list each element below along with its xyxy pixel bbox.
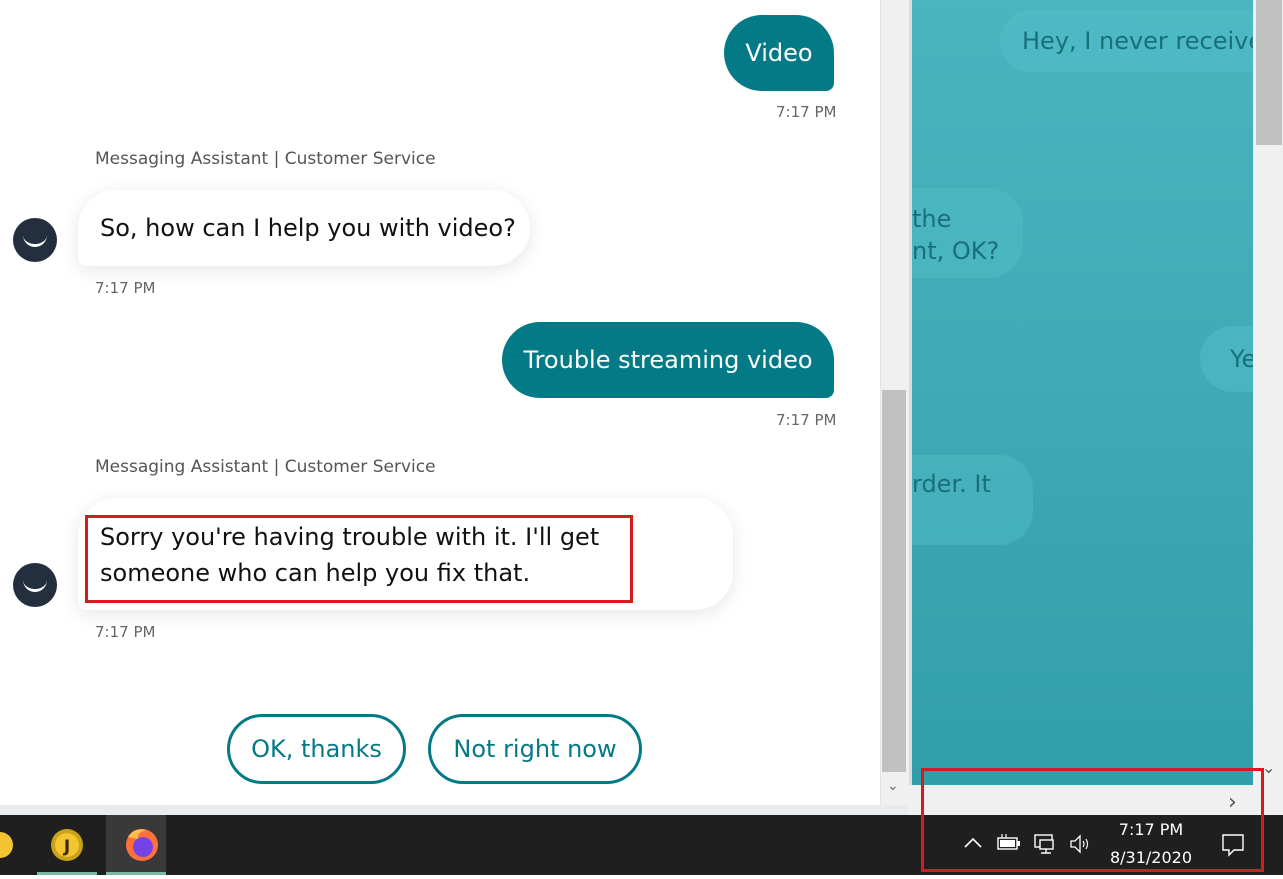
chat-scrollbar-thumb[interactable]: [882, 390, 906, 772]
bg-bubble-text: rder. It: [912, 470, 991, 498]
scroll-down-arrow-icon[interactable]: ⌄: [887, 778, 899, 794]
sender-name: Messaging Assistant | Customer Service: [95, 457, 436, 477]
app-icon: [0, 832, 13, 858]
svg-text:J: J: [63, 837, 70, 857]
assistant-avatar-icon: [13, 218, 57, 262]
message-timestamp: 7:17 PM: [95, 279, 156, 297]
bg-scrollbar-thumb[interactable]: [1256, 0, 1282, 145]
tray-highlight-box: [921, 768, 1264, 872]
background-window: Hey, I never receive the nt, OK? Ye rder…: [908, 0, 1283, 815]
sender-name: Messaging Assistant | Customer Service: [95, 149, 436, 169]
bg-bubble-text: the: [912, 205, 952, 233]
assistant-avatar-icon: [13, 563, 57, 607]
message-timestamp: 7:17 PM: [776, 411, 837, 429]
ok-thanks-button[interactable]: OK, thanks: [227, 714, 406, 784]
user-message-bubble: Trouble streaming video: [502, 322, 834, 398]
taskbar-app-firefox[interactable]: [106, 815, 166, 875]
firefox-icon: [126, 829, 158, 861]
bg-bubble: Hey, I never receive: [1000, 10, 1282, 72]
j-app-icon: J: [51, 829, 83, 861]
not-right-now-button[interactable]: Not right now: [428, 714, 642, 784]
message-timestamp: 7:17 PM: [776, 103, 837, 121]
message-highlight-box: [85, 515, 633, 603]
message-timestamp: 7:17 PM: [95, 623, 156, 641]
message-text: Video: [745, 39, 813, 67]
bg-bubble: [908, 455, 1033, 545]
window-bottom-border: [0, 805, 908, 815]
button-label: Not right now: [453, 735, 617, 763]
bot-message-bubble: So, how can I help you with video?: [78, 190, 530, 266]
message-text: So, how can I help you with video?: [100, 214, 516, 242]
taskbar-app-j[interactable]: J: [37, 815, 97, 875]
button-label: OK, thanks: [251, 735, 382, 763]
user-message-bubble: Video: [724, 15, 834, 91]
chat-panel: Video 7:17 PM Messaging Assistant | Cust…: [0, 0, 880, 805]
chevron-down-icon[interactable]: ⌄: [1262, 758, 1275, 777]
bg-bubble-text: nt, OK?: [912, 237, 1000, 265]
message-text: Trouble streaming video: [523, 346, 813, 374]
taskbar-app-partial[interactable]: [0, 815, 20, 875]
